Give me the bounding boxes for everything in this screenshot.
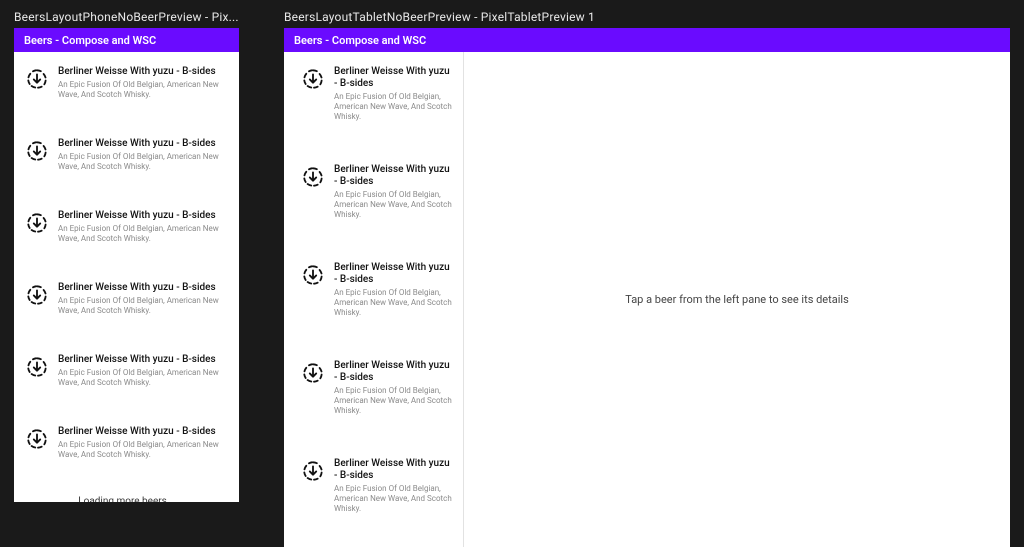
list-item[interactable]: Berliner Weisse With yuzu - B-sides An E… [284, 256, 463, 324]
beer-title: Berliner Weisse With yuzu - B-sides [334, 66, 453, 90]
list-item[interactable]: Berliner Weisse With yuzu - B-sides An E… [284, 60, 463, 128]
list-item[interactable]: Berliner Weisse With yuzu - B-sides An E… [14, 204, 239, 250]
beer-subtitle: An Epic Fusion Of Old Belgian, American … [58, 296, 227, 316]
list-item[interactable]: Berliner Weisse With yuzu - B-sides An E… [14, 420, 239, 466]
detail-empty-pane: Tap a beer from the left pane to see its… [464, 52, 1010, 547]
beer-title: Berliner Weisse With yuzu - B-sides [58, 426, 227, 438]
download-dashed-circle-icon [302, 264, 324, 286]
beer-list-phone[interactable]: Berliner Weisse With yuzu - B-sides An E… [14, 52, 239, 502]
beer-list-tablet[interactable]: Berliner Weisse With yuzu - B-sides An E… [284, 52, 464, 547]
beer-title: Berliner Weisse With yuzu - B-sides [334, 262, 453, 286]
beer-subtitle: An Epic Fusion Of Old Belgian, American … [58, 224, 227, 244]
app-bar: Beers - Compose and WSC [284, 28, 1010, 52]
beer-title: Berliner Weisse With yuzu - B-sides [334, 164, 453, 188]
download-dashed-circle-icon [26, 284, 48, 306]
beer-subtitle: An Epic Fusion Of Old Belgian, American … [334, 288, 453, 318]
download-dashed-circle-icon [26, 428, 48, 450]
download-dashed-circle-icon [26, 140, 48, 162]
beer-title: Berliner Weisse With yuzu - B-sides [58, 354, 227, 366]
beer-title: Berliner Weisse With yuzu - B-sides [58, 282, 227, 294]
list-item[interactable]: Berliner Weisse With yuzu - B-sides An E… [14, 276, 239, 322]
beer-subtitle: An Epic Fusion Of Old Belgian, American … [334, 190, 453, 220]
preview-tab-phone[interactable]: BeersLayoutPhoneNoBeerPreview - Pix... [14, 10, 239, 24]
preview-tab-tablet[interactable]: BeersLayoutTabletNoBeerPreview - PixelTa… [284, 10, 595, 24]
beer-subtitle: An Epic Fusion Of Old Belgian, American … [58, 440, 227, 460]
beer-subtitle: An Epic Fusion Of Old Belgian, American … [58, 80, 227, 100]
beer-subtitle: An Epic Fusion Of Old Belgian, American … [58, 368, 227, 388]
download-dashed-circle-icon [302, 68, 324, 90]
beer-subtitle: An Epic Fusion Of Old Belgian, American … [334, 92, 453, 122]
app-bar: Beers - Compose and WSC [14, 28, 239, 52]
list-item[interactable]: Berliner Weisse With yuzu - B-sides An E… [284, 354, 463, 422]
phone-preview-frame: Beers - Compose and WSC Berliner Weisse … [14, 28, 239, 502]
app-bar-title: Beers - Compose and WSC [24, 34, 156, 47]
beer-title: Berliner Weisse With yuzu - B-sides [334, 458, 453, 482]
download-dashed-circle-icon [302, 460, 324, 482]
download-dashed-circle-icon [302, 362, 324, 384]
beer-title: Berliner Weisse With yuzu - B-sides [58, 66, 227, 78]
loading-more-label: Loading more beers... [14, 492, 239, 502]
download-dashed-circle-icon [26, 356, 48, 378]
tablet-preview-frame: Beers - Compose and WSC Berliner Weisse … [284, 28, 1010, 547]
detail-empty-label: Tap a beer from the left pane to see its… [625, 293, 849, 306]
beer-subtitle: An Epic Fusion Of Old Belgian, American … [58, 152, 227, 172]
beer-title: Berliner Weisse With yuzu - B-sides [58, 138, 227, 150]
list-item[interactable]: Berliner Weisse With yuzu - B-sides An E… [14, 348, 239, 394]
beer-subtitle: An Epic Fusion Of Old Belgian, American … [334, 484, 453, 514]
list-item[interactable]: Berliner Weisse With yuzu - B-sides An E… [284, 452, 463, 520]
list-item[interactable]: Berliner Weisse With yuzu - B-sides An E… [284, 158, 463, 226]
beer-title: Berliner Weisse With yuzu - B-sides [334, 360, 453, 384]
beer-title: Berliner Weisse With yuzu - B-sides [58, 210, 227, 222]
list-item[interactable]: Berliner Weisse With yuzu - B-sides An E… [14, 60, 239, 106]
download-dashed-circle-icon [26, 212, 48, 234]
app-bar-title: Beers - Compose and WSC [294, 34, 426, 47]
download-dashed-circle-icon [26, 68, 48, 90]
beer-subtitle: An Epic Fusion Of Old Belgian, American … [334, 386, 453, 416]
download-dashed-circle-icon [302, 166, 324, 188]
list-item[interactable]: Berliner Weisse With yuzu - B-sides An E… [14, 132, 239, 178]
